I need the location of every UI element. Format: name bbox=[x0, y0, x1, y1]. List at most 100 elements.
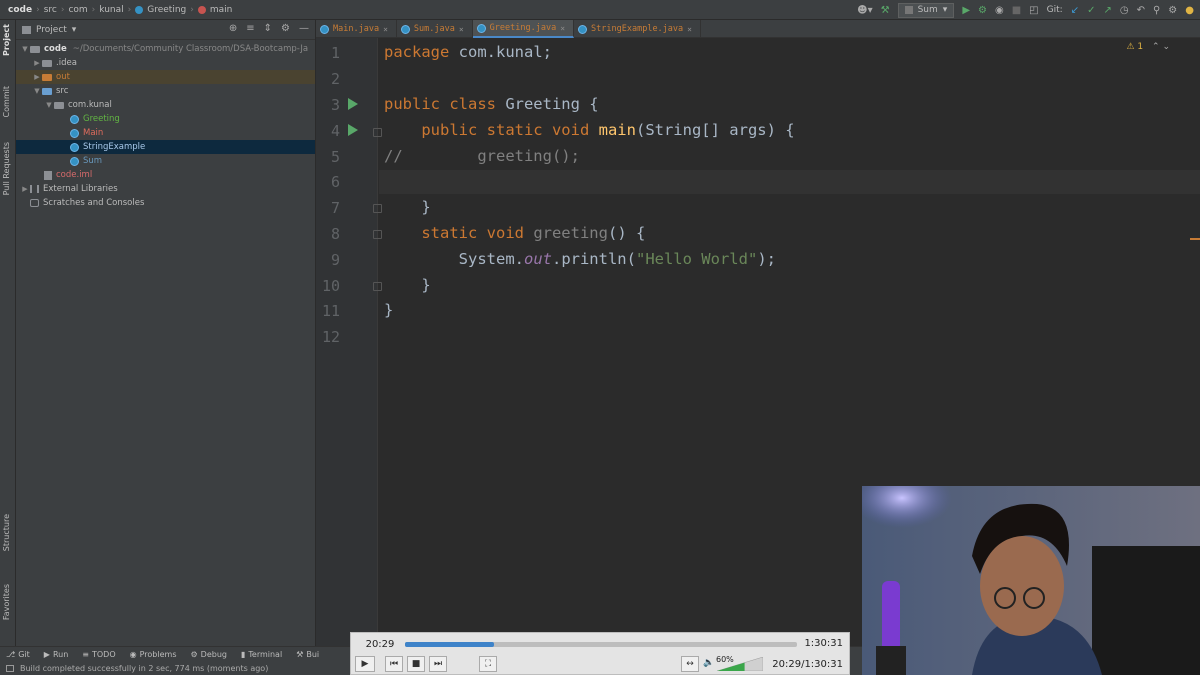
seek-bar[interactable] bbox=[405, 642, 797, 647]
status-message[interactable]: Build completed successfully in 2 sec, 7… bbox=[20, 664, 268, 673]
tool-tab-favorites[interactable]: Favorites bbox=[2, 584, 11, 620]
breadcrumb-greeting[interactable]: Greeting bbox=[147, 5, 186, 15]
tool-window-git[interactable]: ⎇ Git bbox=[6, 650, 30, 659]
tool-window-build[interactable]: ⚒ Bui bbox=[296, 650, 319, 659]
tool-tab-project[interactable]: Project bbox=[2, 24, 11, 56]
next-button[interactable]: ⏭ bbox=[429, 656, 447, 672]
git-commit-icon[interactable]: ✓ bbox=[1087, 5, 1095, 16]
tool-tab-structure[interactable]: Structure bbox=[2, 514, 11, 551]
tree-item-file-main[interactable]: Main bbox=[16, 126, 315, 140]
run-icon[interactable]: ▶ bbox=[962, 5, 970, 16]
git-push-icon[interactable]: ↗ bbox=[1103, 5, 1111, 16]
debug-bug-icon[interactable]: ⚙ bbox=[978, 5, 987, 16]
warning-icon: ⚠ bbox=[1126, 42, 1135, 52]
tree-item-scratches[interactable]: Scratches and Consoles bbox=[16, 196, 315, 210]
tree-item-file-greeting[interactable]: Greeting bbox=[16, 112, 315, 126]
breadcrumb-code[interactable]: code bbox=[8, 5, 32, 15]
fold-icon[interactable] bbox=[373, 230, 382, 239]
git-history-icon[interactable]: ◷ bbox=[1120, 5, 1129, 16]
fold-icon[interactable] bbox=[373, 204, 382, 213]
chevron-down-icon[interactable]: ▼ bbox=[20, 45, 30, 53]
chevron-down-icon[interactable]: ▼ bbox=[44, 101, 54, 109]
chevron-right-icon[interactable]: ▶ bbox=[32, 73, 42, 81]
left-tool-strip: Project Commit Pull Requests Structure F… bbox=[0, 20, 16, 660]
tree-item-root[interactable]: ▼ code ~/Documents/Community Classroom/D… bbox=[16, 42, 315, 56]
settings-gear-icon[interactable]: ⚙ bbox=[1168, 5, 1177, 16]
chevron-right-icon[interactable]: ▶ bbox=[20, 185, 30, 193]
java-class-icon bbox=[400, 24, 410, 34]
rollback-icon[interactable]: ↶ bbox=[1137, 5, 1145, 16]
breadcrumb-com[interactable]: com bbox=[68, 5, 87, 15]
tab-label: Greeting.java bbox=[489, 23, 557, 33]
previous-button[interactable]: ⏮ bbox=[385, 656, 403, 672]
tool-window-todo[interactable]: ≡ TODO bbox=[82, 650, 115, 659]
chevron-down-icon[interactable]: ⌄ bbox=[1162, 42, 1170, 52]
expand-all-icon[interactable]: ⇕ bbox=[264, 23, 272, 34]
scrollbar-marker[interactable] bbox=[1190, 238, 1200, 240]
inspection-widget[interactable]: ⚠ 1 ⌃ ⌄ bbox=[1126, 42, 1170, 52]
tool-window-terminal[interactable]: ▮ Terminal bbox=[241, 650, 282, 659]
locate-icon[interactable]: ⊕ bbox=[229, 23, 237, 34]
coverage-icon[interactable]: ◉ bbox=[995, 5, 1004, 16]
chevron-up-icon[interactable]: ⌃ bbox=[1152, 42, 1160, 52]
stretch-button[interactable]: ↔ bbox=[681, 656, 699, 672]
tool-window-problems[interactable]: ◉ Problems bbox=[130, 650, 177, 659]
hide-panel-icon[interactable]: — bbox=[299, 23, 309, 34]
update-notification-icon[interactable]: ● bbox=[1185, 5, 1194, 16]
breadcrumb-main[interactable]: main bbox=[210, 5, 233, 15]
more-actions-icon[interactable]: ◰ bbox=[1029, 5, 1038, 16]
fullscreen-button[interactable]: ⛶ bbox=[479, 656, 497, 672]
project-panel-title[interactable]: Project bbox=[36, 25, 67, 35]
tab-greeting-java[interactable]: Greeting.java × bbox=[472, 20, 575, 38]
terminal-icon: ▮ bbox=[240, 649, 246, 659]
git-update-icon[interactable]: ↙ bbox=[1071, 5, 1079, 16]
close-icon[interactable]: × bbox=[459, 25, 464, 34]
volume-icon[interactable]: 🔈 bbox=[703, 658, 714, 668]
chevron-right-icon[interactable]: ▶ bbox=[32, 59, 42, 67]
tree-item-idea[interactable]: ▶ .idea bbox=[16, 56, 315, 70]
code-text: } bbox=[384, 198, 431, 216]
project-panel-header: Project ▾ ⊕ ≡ ⇕ ⚙ — bbox=[16, 20, 315, 40]
tree-item-out[interactable]: ▶ out bbox=[16, 70, 315, 84]
run-gutter-icon[interactable] bbox=[348, 124, 358, 136]
tree-label: External Libraries bbox=[43, 184, 118, 194]
collapse-all-icon[interactable]: ≡ bbox=[246, 23, 254, 34]
tree-item-package[interactable]: ▼ com.kunal bbox=[16, 98, 315, 112]
close-icon[interactable]: × bbox=[383, 25, 388, 34]
stop-button[interactable]: ■ bbox=[407, 656, 425, 672]
tool-window-label: Problems bbox=[139, 649, 177, 659]
user-icon[interactable]: ☻▾ bbox=[857, 5, 872, 16]
tab-stringexample-java[interactable]: StringExample.java × bbox=[574, 20, 701, 38]
search-icon[interactable]: ⚲ bbox=[1153, 5, 1160, 16]
chevron-down-icon[interactable]: ▼ bbox=[32, 87, 42, 95]
fold-icon[interactable] bbox=[373, 282, 382, 291]
tool-tab-commit[interactable]: Commit bbox=[2, 86, 11, 117]
git-branch-icon: ⎇ bbox=[6, 649, 16, 659]
breadcrumb-src[interactable]: src bbox=[44, 5, 57, 15]
gear-icon[interactable]: ⚙ bbox=[281, 23, 290, 34]
tool-window-debug[interactable]: ⚙ Debug bbox=[190, 650, 226, 659]
run-gutter-icon[interactable] bbox=[348, 98, 358, 110]
tree-item-iml[interactable]: code.iml bbox=[16, 168, 315, 182]
breadcrumb-kunal[interactable]: kunal bbox=[99, 5, 123, 15]
build-hammer-icon[interactable]: ⚒ bbox=[881, 5, 890, 16]
fold-icon[interactable] bbox=[373, 128, 382, 137]
tool-tab-pull-requests[interactable]: Pull Requests bbox=[2, 142, 11, 195]
tree-item-external-libraries[interactable]: ▶ External Libraries bbox=[16, 182, 315, 196]
tree-item-file-stringexample[interactable]: StringExample bbox=[16, 140, 315, 154]
tree-item-src[interactable]: ▼ src bbox=[16, 84, 315, 98]
stop-icon[interactable]: ■ bbox=[1012, 5, 1021, 16]
line-number: 4 bbox=[330, 122, 340, 140]
tree-label: Main bbox=[83, 128, 104, 138]
folder-icon bbox=[42, 73, 52, 81]
tool-window-run[interactable]: ▶ Run bbox=[44, 650, 69, 659]
tree-item-file-sum[interactable]: Sum bbox=[16, 154, 315, 168]
chevron-down-icon[interactable]: ▾ bbox=[72, 25, 77, 35]
close-icon[interactable]: × bbox=[560, 24, 565, 33]
play-button[interactable]: ▶ bbox=[355, 656, 375, 672]
java-class-icon bbox=[320, 24, 329, 34]
close-icon[interactable]: × bbox=[687, 25, 692, 34]
tab-sum-java[interactable]: Sum.java × bbox=[397, 20, 473, 38]
tab-main-java[interactable]: Main.java × bbox=[316, 20, 397, 38]
run-configuration-selector[interactable]: Sum ▾ bbox=[897, 2, 955, 18]
